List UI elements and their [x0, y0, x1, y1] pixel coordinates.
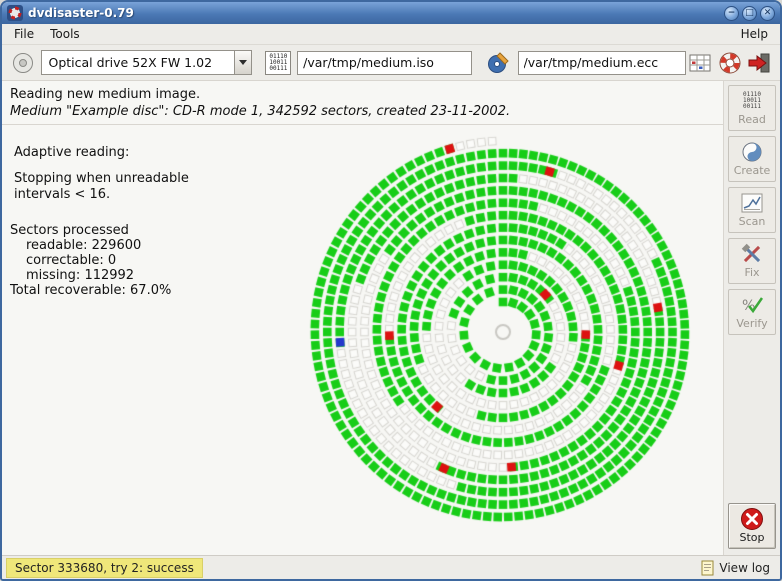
- view-log-button[interactable]: View log: [695, 559, 776, 577]
- ecc-file-icon: [487, 51, 511, 75]
- status-message: Sector 333680, try 2: success: [6, 558, 203, 578]
- toolbar: Optical drive 52X FW 1.02 01110 10011 00…: [2, 45, 780, 81]
- scan-button-label: Scan: [739, 215, 766, 228]
- chevron-down-icon: [239, 60, 247, 65]
- view-log-label: View log: [719, 561, 770, 575]
- menu-help[interactable]: Help: [733, 25, 776, 43]
- ecc-file-button[interactable]: [484, 48, 513, 78]
- adaptive-reading-block: Adaptive reading: Stopping when unreadab…: [14, 145, 189, 203]
- iso-file-button[interactable]: 01110 10011 00111: [264, 48, 293, 78]
- minimize-button[interactable]: −: [724, 6, 739, 21]
- left-column: Reading new medium image. Medium "Exampl…: [2, 81, 723, 555]
- create-icon: [741, 141, 763, 163]
- scan-button[interactable]: Scan: [728, 187, 776, 233]
- maximize-button[interactable]: □: [742, 6, 757, 21]
- app-window: dvdisaster-0.79 − □ ✕ File Tools Help Op…: [0, 0, 782, 581]
- read-button[interactable]: 01110 10011 00111 Read: [728, 85, 776, 131]
- app-icon: [7, 5, 23, 21]
- optical-drive-icon: [11, 51, 35, 75]
- lifesaver-help-icon: [718, 51, 742, 75]
- ecc-path-input[interactable]: [518, 51, 686, 75]
- quit-icon: [747, 52, 771, 74]
- correctable-count: 0: [108, 253, 116, 268]
- verify-button-label: Verify: [736, 317, 767, 330]
- quit-button[interactable]: [745, 48, 774, 78]
- titlebar[interactable]: dvdisaster-0.79 − □ ✕: [2, 2, 780, 24]
- reading-main-area: Adaptive reading: Stopping when unreadab…: [2, 125, 723, 555]
- menu-file[interactable]: File: [6, 25, 42, 43]
- total-recoverable: Total recoverable: 67.0%: [10, 283, 171, 298]
- readable-count: 229600: [92, 238, 142, 253]
- fix-button[interactable]: Fix: [728, 238, 776, 284]
- stop-button-label: Stop: [739, 531, 764, 544]
- drive-combobox-dropdown[interactable]: [234, 51, 251, 74]
- preferences-icon: [689, 53, 711, 73]
- read-icon: 01110 10011 00111: [743, 90, 761, 112]
- drive-select-button[interactable]: [8, 48, 37, 78]
- sectors-processed-heading: Sectors processed: [10, 223, 171, 238]
- menu-tools[interactable]: Tools: [42, 25, 88, 43]
- scan-icon: [741, 192, 763, 214]
- help-button[interactable]: [715, 48, 744, 78]
- iso-path-input[interactable]: [297, 51, 472, 75]
- drive-combobox[interactable]: Optical drive 52X FW 1.02: [41, 50, 251, 75]
- sectors-missing-row: missing: 112992: [10, 268, 171, 283]
- fix-icon: [741, 243, 763, 265]
- verify-button[interactable]: % Verify: [728, 289, 776, 335]
- preferences-button[interactable]: [686, 48, 715, 78]
- verify-icon: %: [741, 294, 763, 316]
- adaptive-reading-heading: Adaptive reading:: [14, 145, 189, 161]
- close-button[interactable]: ✕: [760, 6, 775, 21]
- action-sidebar: 01110 10011 00111 Read Create Scan: [723, 81, 780, 555]
- statusbar: Sector 333680, try 2: success View log: [2, 555, 780, 579]
- status-area: Reading new medium image. Medium "Exampl…: [2, 81, 723, 125]
- content: Reading new medium image. Medium "Exampl…: [2, 81, 780, 555]
- fix-button-label: Fix: [744, 266, 759, 279]
- window-title: dvdisaster-0.79: [28, 6, 721, 20]
- drive-combobox-value: Optical drive 52X FW 1.02: [42, 51, 233, 74]
- sectors-readable-row: readable: 229600: [10, 238, 171, 253]
- stopping-condition-line2: intervals < 16.: [14, 187, 189, 203]
- sectors-processed-block: Sectors processed readable: 229600 corre…: [10, 223, 171, 298]
- missing-count: 112992: [84, 268, 134, 283]
- view-log-icon: [701, 560, 715, 576]
- sectors-correctable-row: correctable: 0: [10, 253, 171, 268]
- iso-image-icon: 01110 10011 00111: [265, 51, 291, 75]
- menubar: File Tools Help: [2, 24, 780, 45]
- status-line-action: Reading new medium image.: [10, 86, 715, 103]
- status-line-medium: Medium "Example disc": CD-R mode 1, 3425…: [10, 103, 715, 120]
- stopping-condition-line1: Stopping when unreadable: [14, 171, 189, 187]
- read-button-label: Read: [738, 113, 766, 126]
- create-button[interactable]: Create: [728, 136, 776, 182]
- stop-button[interactable]: Stop: [728, 503, 776, 549]
- reading-spiral: [298, 127, 708, 537]
- create-button-label: Create: [734, 164, 771, 177]
- stop-icon: [740, 508, 764, 530]
